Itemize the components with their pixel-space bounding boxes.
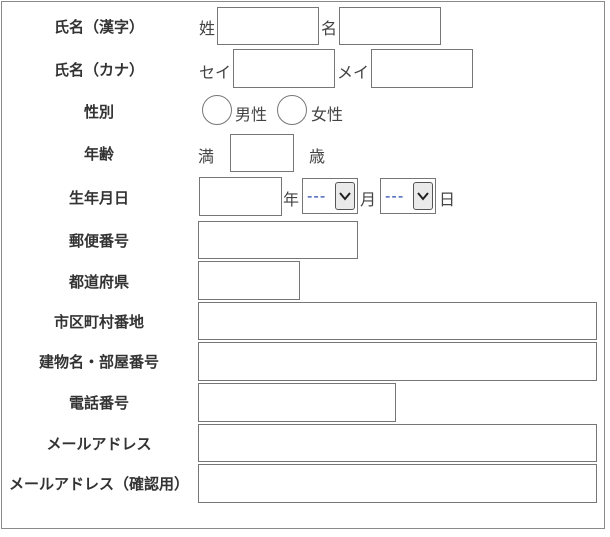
mei-kanji-prefix: 名 [321,19,338,38]
age-suffix: 歳 [309,147,326,166]
birth-month-value: --- [307,187,327,205]
mei-kanji-input[interactable] [339,7,441,45]
gender-female-radio[interactable] [277,95,307,125]
sei-kanji-input[interactable] [217,7,319,45]
label-building: 建物名・部屋番号 [38,353,159,371]
age-prefix: 満 [198,147,215,166]
sei-kana-prefix: セイ [199,63,232,82]
label-name-kana: 氏名（カナ） [53,61,144,79]
gender-male-radio[interactable] [202,95,232,125]
birth-day-value: --- [385,187,405,205]
age-input[interactable] [230,134,294,172]
mei-kana-prefix: メイ [337,63,370,82]
chevron-down-icon [413,182,433,210]
label-name-kanji: 氏名（漢字） [53,18,144,36]
birth-month-select[interactable]: --- [302,178,358,214]
gender-female-label: 女性 [311,105,344,124]
sei-kanji-prefix: 姓 [199,19,216,38]
label-email-confirm: メールアドレス（確認用） [8,475,189,493]
label-age: 年齢 [83,145,114,163]
gender-male-label: 男性 [235,105,268,124]
phone-input[interactable] [198,383,396,422]
birth-year-unit: 年 [283,190,300,209]
chevron-down-icon [335,182,355,210]
postal-input[interactable] [198,221,358,259]
building-input[interactable] [198,342,597,381]
birth-year-input[interactable] [199,177,282,216]
label-gender: 性別 [83,103,114,121]
sei-kana-input[interactable] [233,49,335,88]
label-postal: 郵便番号 [68,232,129,250]
label-birthday: 生年月日 [68,189,129,207]
email-input[interactable] [198,424,597,462]
label-email: メールアドレス [46,435,152,453]
email-confirm-input[interactable] [198,464,597,503]
label-phone: 電話番号 [68,394,129,412]
birth-day-select[interactable]: --- [380,178,436,214]
label-prefecture: 都道府県 [68,273,129,291]
birth-day-unit: 日 [439,190,456,209]
birth-month-unit: 月 [360,190,377,209]
city-input[interactable] [198,302,597,340]
label-city: 市区町村番地 [53,313,144,331]
prefecture-input[interactable] [198,261,300,300]
mei-kana-input[interactable] [371,49,473,88]
